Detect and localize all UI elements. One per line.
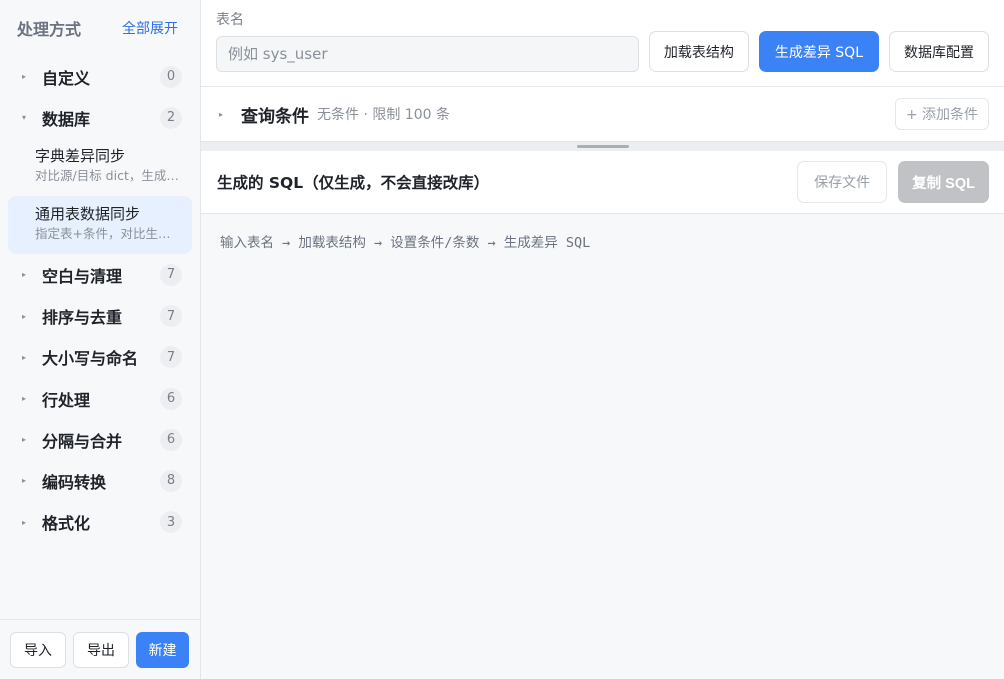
sidebar-title: 处理方式: [17, 20, 82, 39]
export-button[interactable]: 导出: [73, 631, 129, 668]
expand-all-link[interactable]: 全部展开: [122, 18, 178, 38]
category-count-badge: 6: [160, 387, 182, 410]
collapsed-arrow-icon: ▸: [22, 394, 27, 404]
subitem-desc: 指定表+条件，对比生成同步 SQL: [35, 226, 180, 242]
top-toolbar: 表名 加载表结构 生成差异 SQL 数据库配置: [201, 0, 1004, 87]
category-label: 格式化: [42, 514, 91, 534]
load-schema-button[interactable]: 加载表结构: [648, 31, 749, 72]
category-count-badge: 7: [160, 305, 182, 328]
category-count-badge: 6: [160, 428, 182, 451]
category-count-badge: 3: [160, 511, 182, 534]
category-label: 排序与去重: [42, 308, 123, 328]
category-label: 大小写与命名: [42, 349, 139, 369]
category-encoding[interactable]: ▸ 编码转换 8: [0, 460, 200, 501]
collapsed-arrow-icon: ▸: [22, 270, 27, 280]
new-button[interactable]: 新建: [136, 631, 189, 668]
app-root: 处理方式 全部展开 ▸ 自定义 0 ▾ 数据库 2 字典差异同步 对比源/目标 …: [0, 0, 1004, 679]
subitem-title: 通用表数据同步: [35, 205, 141, 224]
table-name-input[interactable]: [216, 36, 639, 72]
category-whitespace[interactable]: ▸ 空白与清理 7: [0, 254, 200, 295]
category-split-merge[interactable]: ▸ 分隔与合并 6: [0, 419, 200, 460]
sql-output-area[interactable]: 输入表名 → 加载表结构 → 设置条件/条数 → 生成差异 SQL: [201, 214, 1004, 679]
save-file-button[interactable]: 保存文件: [797, 161, 888, 203]
generate-diff-sql-button[interactable]: 生成差异 SQL: [758, 31, 879, 72]
table-name-field: 表名: [216, 9, 639, 72]
subitem-title: 字典差异同步: [35, 147, 126, 166]
resize-splitter[interactable]: [201, 142, 1004, 151]
table-name-label: 表名: [216, 12, 244, 28]
sidebar-footer: 导入 导出 新建: [0, 619, 200, 679]
db-config-button[interactable]: 数据库配置: [889, 31, 989, 72]
collapsed-arrow-icon: ▸: [22, 72, 27, 82]
conditions-bar[interactable]: ▸ 查询条件 无条件 · 限制 100 条 + 添加条件: [201, 87, 1004, 142]
collapsed-arrow-icon[interactable]: ▸: [219, 110, 241, 119]
category-formatting[interactable]: ▸ 格式化 3: [0, 502, 200, 543]
sql-title: 生成的 SQL（仅生成，不会直接改库）: [217, 174, 490, 192]
category-count-badge: 2: [160, 106, 182, 129]
category-custom[interactable]: ▸ 自定义 0: [0, 56, 200, 97]
subitem-desc: 对比源/目标 dict，生成差异 SQL: [35, 168, 180, 184]
collapsed-arrow-icon: ▸: [22, 311, 27, 321]
expanded-arrow-icon: ▾: [22, 113, 27, 123]
category-sort-dedupe[interactable]: ▸ 排序与去重 7: [0, 296, 200, 337]
subitem-dict-diff-sync[interactable]: 字典差异同步 对比源/目标 dict，生成差异 SQL: [8, 138, 192, 196]
category-label: 行处理: [42, 390, 91, 410]
subitem-table-data-sync[interactable]: 通用表数据同步 指定表+条件，对比生成同步 SQL: [8, 196, 192, 255]
category-label: 数据库: [42, 109, 91, 129]
category-label: 自定义: [42, 68, 91, 88]
category-case-naming[interactable]: ▸ 大小写与命名 7: [0, 337, 200, 378]
copy-sql-button[interactable]: 复制 SQL: [898, 161, 989, 203]
category-label: 分隔与合并: [42, 431, 123, 451]
category-label: 编码转换: [42, 472, 107, 492]
category-count-badge: 8: [160, 469, 182, 492]
category-count-badge: 7: [160, 263, 182, 286]
category-count-badge: 7: [160, 346, 182, 369]
category-list: ▸ 自定义 0 ▾ 数据库 2 字典差异同步 对比源/目标 dict，生成差异 …: [0, 56, 200, 619]
category-count-badge: 0: [160, 65, 182, 88]
sql-header: 生成的 SQL（仅生成，不会直接改库） 保存文件 复制 SQL: [201, 151, 1004, 214]
category-label: 空白与清理: [42, 266, 123, 286]
category-database[interactable]: ▾ 数据库 2: [0, 97, 200, 138]
sidebar: 处理方式 全部展开 ▸ 自定义 0 ▾ 数据库 2 字典差异同步 对比源/目标 …: [0, 0, 201, 679]
sidebar-header: 处理方式 全部展开: [0, 0, 200, 56]
collapsed-arrow-icon: ▸: [22, 517, 27, 527]
import-button[interactable]: 导入: [10, 631, 66, 668]
sql-hint-text: 输入表名 → 加载表结构 → 设置条件/条数 → 生成差异 SQL: [220, 235, 591, 251]
collapsed-arrow-icon: ▸: [22, 352, 27, 362]
main-panel: 表名 加载表结构 生成差异 SQL 数据库配置 ▸ 查询条件 无条件 · 限制 …: [201, 0, 1004, 679]
conditions-summary: 无条件 · 限制 100 条: [317, 107, 450, 123]
collapsed-arrow-icon: ▸: [22, 435, 27, 445]
conditions-title: 查询条件: [241, 106, 309, 127]
add-condition-button[interactable]: + 添加条件: [894, 98, 989, 130]
collapsed-arrow-icon: ▸: [22, 476, 27, 486]
splitter-grip-icon[interactable]: [576, 145, 629, 148]
category-line-processing[interactable]: ▸ 行处理 6: [0, 378, 200, 419]
